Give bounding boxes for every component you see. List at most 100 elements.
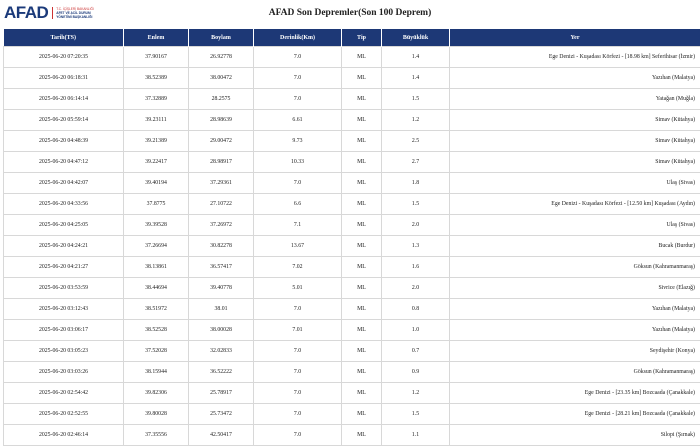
date-cell: 2025-06-20 04:42:07 <box>4 173 124 194</box>
table-row: 2025-06-20 03:53:5938.4469439.407785.01M… <box>4 278 700 299</box>
depth-cell: 7.0 <box>254 299 342 320</box>
column-header-type: Tip <box>342 29 382 47</box>
latitude-cell: 38.52528 <box>124 320 189 341</box>
magnitude-cell: 1.4 <box>382 47 450 68</box>
table-row: 2025-06-20 04:47:1239.2241728.9891710.33… <box>4 152 700 173</box>
depth-cell: 7.0 <box>254 47 342 68</box>
longitude-cell: 37.26972 <box>189 215 254 236</box>
latitude-cell: 39.23111 <box>124 110 189 131</box>
column-header-location: Yer <box>450 29 700 47</box>
magnitude-cell: 1.1 <box>382 425 450 446</box>
location-cell: Sivrice (Elazığ) <box>450 278 700 299</box>
date-cell: 2025-06-20 04:33:56 <box>4 194 124 215</box>
type-cell: ML <box>342 383 382 404</box>
table-row: 2025-06-20 03:03:2638.1594436.522227.0ML… <box>4 362 700 383</box>
latitude-cell: 37.52028 <box>124 341 189 362</box>
location-cell: Göksun (Kahramanmaraş) <box>450 257 700 278</box>
date-cell: 2025-06-20 02:52:55 <box>4 404 124 425</box>
latitude-cell: 38.52389 <box>124 68 189 89</box>
table-row: 2025-06-20 03:05:2337.5202832.028337.0ML… <box>4 341 700 362</box>
column-header-longitude: Boylam <box>189 29 254 47</box>
longitude-cell: 38.00472 <box>189 68 254 89</box>
longitude-cell: 38.00028 <box>189 320 254 341</box>
location-cell: Ege Denizi - Kuşadası Körfezi - [12.50 k… <box>450 194 700 215</box>
location-cell: Ege Denizi - [28.21 km] Bozcaada (Çanakk… <box>450 404 700 425</box>
table-row: 2025-06-20 04:42:0739.4019437.293617.0ML… <box>4 173 700 194</box>
latitude-cell: 37.32889 <box>124 89 189 110</box>
date-cell: 2025-06-20 02:54:42 <box>4 383 124 404</box>
date-cell: 2025-06-20 05:59:14 <box>4 110 124 131</box>
depth-cell: 7.0 <box>254 173 342 194</box>
page-title: AFAD Son Depremler(Son 100 Deprem) <box>0 8 700 18</box>
longitude-cell: 42.50417 <box>189 425 254 446</box>
longitude-cell: 25.73472 <box>189 404 254 425</box>
magnitude-cell: 2.0 <box>382 215 450 236</box>
table-row: 2025-06-20 04:24:2137.2669430.8227813.67… <box>4 236 700 257</box>
depth-cell: 7.0 <box>254 362 342 383</box>
type-cell: ML <box>342 257 382 278</box>
latitude-cell: 39.39528 <box>124 215 189 236</box>
location-cell: Göksun (Kahramanmaraş) <box>450 362 700 383</box>
longitude-cell: 37.29361 <box>189 173 254 194</box>
table-row: 2025-06-20 02:52:5539.8002825.734727.0ML… <box>4 404 700 425</box>
column-header-latitude: Enlem <box>124 29 189 47</box>
longitude-cell: 39.40778 <box>189 278 254 299</box>
longitude-cell: 26.92778 <box>189 47 254 68</box>
depth-cell: 7.0 <box>254 425 342 446</box>
date-cell: 2025-06-20 06:18:31 <box>4 68 124 89</box>
date-cell: 2025-06-20 04:47:12 <box>4 152 124 173</box>
latitude-cell: 38.51972 <box>124 299 189 320</box>
location-cell: Ulaş (Sivas) <box>450 215 700 236</box>
longitude-cell: 38.01 <box>189 299 254 320</box>
longitude-cell: 30.82278 <box>189 236 254 257</box>
magnitude-cell: 0.7 <box>382 341 450 362</box>
magnitude-cell: 1.8 <box>382 173 450 194</box>
longitude-cell: 25.78917 <box>189 383 254 404</box>
date-cell: 2025-06-20 03:12:43 <box>4 299 124 320</box>
depth-cell: 7.0 <box>254 341 342 362</box>
latitude-cell: 37.35556 <box>124 425 189 446</box>
longitude-cell: 27.10722 <box>189 194 254 215</box>
type-cell: ML <box>342 215 382 236</box>
column-header-depth: Derinlik(Km) <box>254 29 342 47</box>
location-cell: Ege Denizi - Kuşadası Körfezi - [18.98 k… <box>450 47 700 68</box>
latitude-cell: 39.80028 <box>124 404 189 425</box>
type-cell: ML <box>342 173 382 194</box>
date-cell: 2025-06-20 04:25:05 <box>4 215 124 236</box>
type-cell: ML <box>342 236 382 257</box>
type-cell: ML <box>342 341 382 362</box>
latitude-cell: 37.8775 <box>124 194 189 215</box>
date-cell: 2025-06-20 04:48:39 <box>4 131 124 152</box>
magnitude-cell: 1.3 <box>382 236 450 257</box>
latitude-cell: 39.22417 <box>124 152 189 173</box>
type-cell: ML <box>342 89 382 110</box>
latitude-cell: 38.15944 <box>124 362 189 383</box>
table-row: 2025-06-20 04:25:0539.3952837.269727.1ML… <box>4 215 700 236</box>
table-body: 2025-06-20 07:20:3537.9016726.927787.0ML… <box>4 47 700 446</box>
latitude-cell: 39.82306 <box>124 383 189 404</box>
magnitude-cell: 2.0 <box>382 278 450 299</box>
table-row: 2025-06-20 04:21:2738.1386136.574177.02M… <box>4 257 700 278</box>
location-cell: Ege Denizi - [23.35 km] Bozcaada (Çanakk… <box>450 383 700 404</box>
longitude-cell: 32.02833 <box>189 341 254 362</box>
depth-cell: 6.61 <box>254 110 342 131</box>
latitude-cell: 38.13861 <box>124 257 189 278</box>
latitude-cell: 39.40194 <box>124 173 189 194</box>
magnitude-cell: 1.5 <box>382 194 450 215</box>
type-cell: ML <box>342 404 382 425</box>
magnitude-cell: 2.7 <box>382 152 450 173</box>
latitude-cell: 38.44694 <box>124 278 189 299</box>
type-cell: ML <box>342 110 382 131</box>
location-cell: Ulaş (Sivas) <box>450 173 700 194</box>
type-cell: ML <box>342 152 382 173</box>
page-header: AFAD T.C. İÇİŞLERİ BAKANLIĞI AFET VE ACİ… <box>0 0 700 29</box>
location-cell: Yazıhan (Malatya) <box>450 68 700 89</box>
magnitude-cell: 0.8 <box>382 299 450 320</box>
magnitude-cell: 1.5 <box>382 89 450 110</box>
table-row: 2025-06-20 04:48:3939.2138929.004729.73M… <box>4 131 700 152</box>
table-row: 2025-06-20 03:06:1738.5252838.000287.01M… <box>4 320 700 341</box>
latitude-cell: 37.26694 <box>124 236 189 257</box>
longitude-cell: 28.98639 <box>189 110 254 131</box>
location-cell: Yazıhan (Malatya) <box>450 320 700 341</box>
date-cell: 2025-06-20 03:05:23 <box>4 341 124 362</box>
